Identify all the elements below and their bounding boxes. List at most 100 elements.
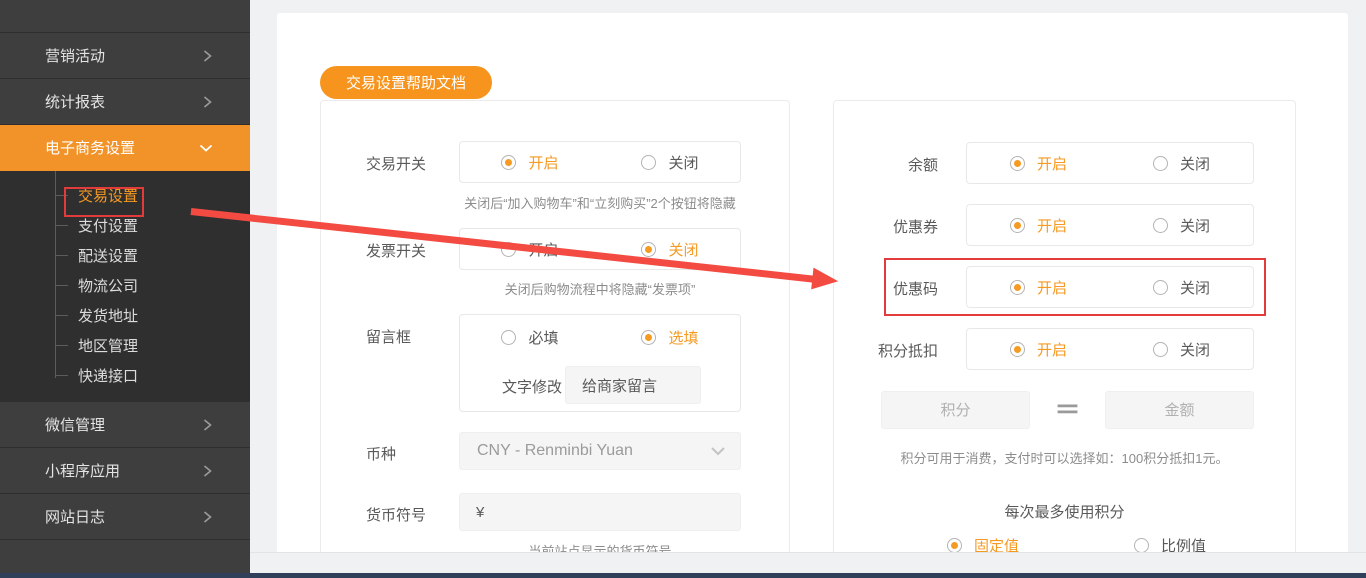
radio-optional-icon[interactable]: [641, 330, 657, 345]
invoice-switch-on-option[interactable]: 开启: [501, 239, 559, 260]
coupon-code-on-option[interactable]: 开启: [1009, 277, 1067, 298]
submenu-label: 物流公司: [78, 277, 139, 295]
radio-off-icon[interactable]: [641, 241, 657, 257]
trade-switch-on-option[interactable]: 开启: [501, 152, 559, 173]
radio-on-icon[interactable]: [501, 241, 517, 257]
sidebar-item-label: 统计报表: [45, 94, 106, 111]
option-label: 必填: [528, 330, 559, 347]
sidebar-item-wechat[interactable]: 微信管理: [0, 402, 250, 448]
invoice-switch-label: 发票开关: [366, 243, 427, 260]
radio-on-icon[interactable]: [501, 154, 517, 170]
discount-settings-card: 余额 开启 关闭 优惠券 开启 关闭 优惠码 开启 关闭 积分抵扣 开启 关闭 …: [833, 100, 1296, 560]
submenu-item-trade-settings[interactable]: 交易设置: [0, 180, 250, 210]
coupon-code-off-option[interactable]: 关闭: [1152, 277, 1210, 298]
submenu-label: 交易设置: [78, 187, 139, 205]
option-label: 开启: [528, 241, 559, 259]
sidebar-item-miniprogram[interactable]: 小程序应用: [0, 448, 250, 494]
submenu-item-region-management[interactable]: 地区管理: [0, 330, 250, 360]
currency-select-value: CNY - Renminbi Yuan: [477, 442, 633, 459]
radio-on-icon[interactable]: [1009, 279, 1025, 295]
submenu-item-logistics-company[interactable]: 物流公司: [0, 270, 250, 300]
sidebar-item-ecommerce-settings[interactable]: 电子商务设置: [0, 125, 250, 171]
radio-on-icon[interactable]: [1009, 155, 1025, 171]
option-label: 关闭: [1179, 341, 1210, 359]
window-bottom-edge: [0, 573, 1366, 578]
trade-switch-note: 关闭后“加入购物车”和“立刻购买”2个按钮将隐藏: [464, 196, 736, 211]
chevron-right-icon: [200, 49, 214, 63]
submenu-label: 支付设置: [78, 217, 139, 235]
currency-select[interactable]: CNY - Renminbi Yuan: [459, 432, 741, 470]
message-text-field-wrap: [565, 366, 701, 404]
currency-label: 币种: [366, 446, 397, 463]
amount-field-wrap: [1105, 391, 1254, 429]
coupon-off-option[interactable]: 关闭: [1152, 215, 1210, 236]
message-box-group: 必填 选填 文字修改: [459, 314, 741, 412]
sidebar-item-label: 营销活动: [45, 48, 106, 65]
chevron-right-icon: [200, 418, 214, 432]
sidebar-item-reports[interactable]: 统计报表: [0, 79, 250, 125]
radio-off-icon[interactable]: [1152, 217, 1168, 233]
submenu-label: 地区管理: [78, 337, 139, 355]
option-label: 开启: [1036, 341, 1067, 359]
radio-off-icon[interactable]: [641, 154, 657, 170]
submenu-item-payment-settings[interactable]: 支付设置: [0, 210, 250, 240]
equals-sign: ＝: [1054, 395, 1081, 425]
chevron-right-icon: [200, 464, 214, 478]
option-label: 选填: [668, 330, 699, 347]
coupon-label: 优惠券: [892, 219, 938, 236]
sidebar-header: [0, 0, 250, 33]
radio-required-icon[interactable]: [501, 330, 517, 345]
submenu-label: 配送设置: [78, 247, 139, 265]
trade-switch-off-option[interactable]: 关闭: [641, 152, 699, 173]
invoice-switch-off-option[interactable]: 关闭: [641, 239, 699, 260]
message-text-input[interactable]: [566, 367, 700, 403]
option-label: 关闭: [668, 154, 699, 172]
submenu-label: 快递接口: [78, 367, 139, 385]
trade-switch-label: 交易开关: [366, 156, 427, 173]
sidebar-submenu: 交易设置 支付设置 配送设置 物流公司 发货地址 地区管理 快递接口: [0, 171, 250, 402]
sidebar-item-label: 电子商务设置: [45, 140, 136, 157]
message-required-option[interactable]: 必填: [501, 327, 559, 348]
invoice-switch-group: 开启 关闭: [459, 228, 741, 270]
radio-on-icon[interactable]: [1009, 341, 1025, 357]
coupon-on-option[interactable]: 开启: [1009, 215, 1067, 236]
radio-on-icon[interactable]: [1009, 217, 1025, 233]
sidebar-item-site-logs[interactable]: 网站日志: [0, 494, 250, 540]
submenu-item-shipping-address[interactable]: 发货地址: [0, 300, 250, 330]
option-label: 开启: [1036, 279, 1067, 297]
points-deduction-on-option[interactable]: 开启: [1009, 339, 1067, 360]
submenu-item-express-api[interactable]: 快递接口: [0, 360, 250, 390]
currency-symbol-label: 货币符号: [366, 507, 427, 524]
balance-off-option[interactable]: 关闭: [1152, 153, 1210, 174]
option-label: 关闭: [1179, 155, 1210, 173]
radio-ratio-icon[interactable]: [1134, 538, 1149, 553]
points-rate-note: 积分可用于消费，支付时可以选择如：100积分抵扣1元。: [900, 451, 1229, 466]
sidebar-item-label: 微信管理: [45, 417, 106, 434]
message-optional-option[interactable]: 选填: [641, 327, 699, 348]
submenu-label: 发货地址: [78, 307, 139, 325]
radio-off-icon[interactable]: [1152, 155, 1168, 171]
sidebar-item-label: 网站日志: [45, 509, 106, 526]
coupon-code-switch-group: 开启 关闭: [966, 266, 1254, 308]
radio-off-icon[interactable]: [1152, 341, 1168, 357]
max-points-title: 每次最多使用积分: [1004, 504, 1125, 521]
option-label: 关闭: [668, 241, 699, 259]
chevron-right-icon: [200, 510, 214, 524]
radio-off-icon[interactable]: [1152, 279, 1168, 295]
balance-on-option[interactable]: 开启: [1009, 153, 1067, 174]
points-input[interactable]: [882, 392, 1029, 428]
horizontal-scrollbar-track[interactable]: [250, 552, 1366, 573]
radio-fixed-icon[interactable]: [947, 538, 962, 553]
points-deduction-off-option[interactable]: 关闭: [1152, 339, 1210, 360]
submenu-item-delivery-settings[interactable]: 配送设置: [0, 240, 250, 270]
currency-symbol-input[interactable]: [460, 494, 740, 530]
sidebar-item-marketing[interactable]: 营销活动: [0, 33, 250, 79]
coupon-switch-group: 开启 关闭: [966, 204, 1254, 246]
balance-label: 余额: [907, 157, 938, 174]
option-label: 关闭: [1179, 279, 1210, 297]
chevron-down-icon: [198, 141, 214, 155]
amount-input[interactable]: [1106, 392, 1253, 428]
option-label: 关闭: [1179, 217, 1210, 235]
points-deduction-label: 积分抵扣: [877, 343, 938, 360]
trade-settings-help-button[interactable]: 交易设置帮助文档: [320, 66, 493, 99]
